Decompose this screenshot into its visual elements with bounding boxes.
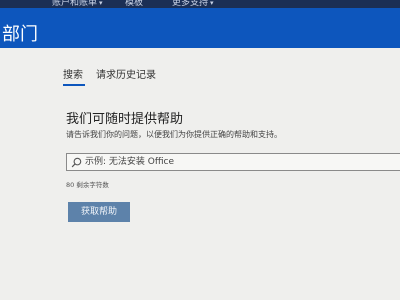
section-heading: 我们可随时提供帮助 <box>66 112 184 127</box>
nav-item-templates-label: 模板 <box>125 0 144 8</box>
nav-item-more-support-label: 更多支持 <box>172 0 209 8</box>
chevron-down-icon: ▾ <box>210 0 214 7</box>
search-input[interactable] <box>85 154 385 170</box>
main-content <box>0 48 400 300</box>
remaining-characters: 80 剩余字符数 <box>66 181 109 189</box>
get-help-button[interactable]: 获取帮助 <box>68 202 130 222</box>
chevron-down-icon: ▾ <box>99 0 103 7</box>
top-nav-bar: 账户和账单 ▾ 模板 更多支持 ▾ <box>0 0 400 8</box>
nav-item-more-support[interactable]: 更多支持 ▾ <box>172 0 214 8</box>
search-icon <box>71 157 82 168</box>
tab-request-history[interactable]: 请求历史记录 <box>96 66 156 81</box>
section-description: 请告诉我们你的问题，以便我们为你提供正确的帮助和支持。 <box>66 130 282 139</box>
tab-search[interactable]: 搜索 <box>63 66 83 81</box>
nav-item-account-billing-label: 账户和账单 <box>52 0 98 8</box>
page-title: 部门 <box>2 24 38 45</box>
header-banner: 部门 <box>0 8 400 48</box>
nav-item-account-billing[interactable]: 账户和账单 ▾ <box>52 0 103 8</box>
active-tab-indicator <box>63 84 85 86</box>
nav-item-templates[interactable]: 模板 <box>125 0 143 8</box>
search-box[interactable] <box>66 153 400 171</box>
